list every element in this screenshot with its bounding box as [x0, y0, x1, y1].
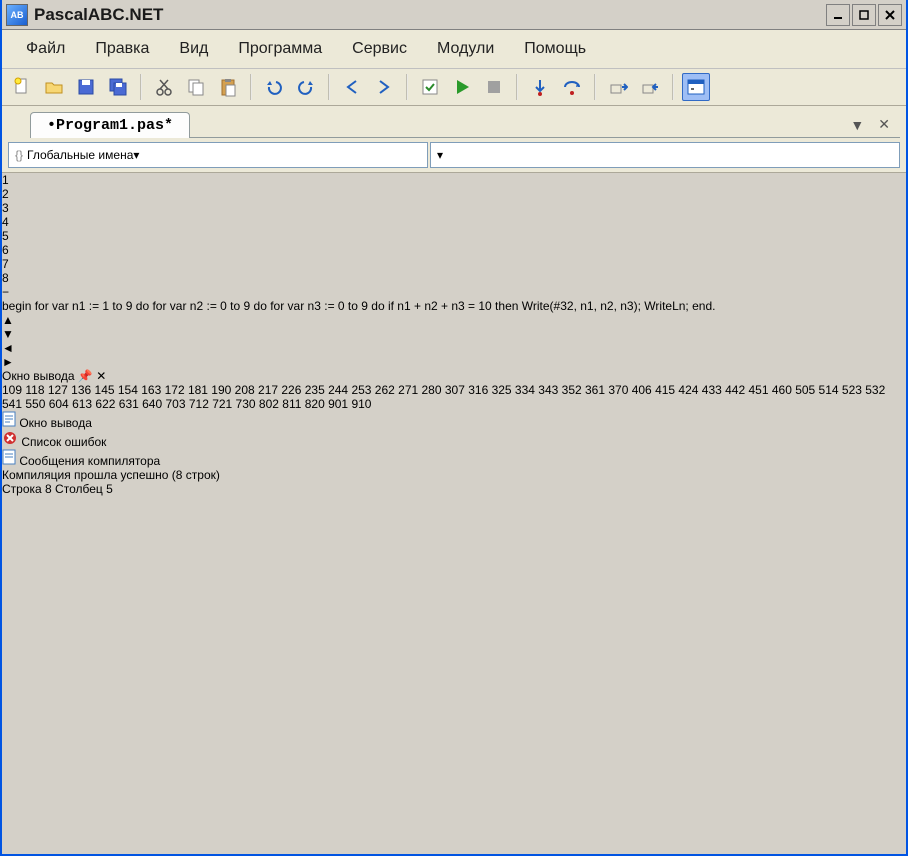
output-panel-header: Окно вывода 📌 ✕ — [2, 369, 906, 383]
scope-bar: {} Глобальные имена ▾ ▾ — [2, 138, 906, 173]
window-title: PascalABC.NET — [34, 5, 826, 25]
chevron-down-icon[interactable]: ▾ — [437, 148, 443, 162]
scroll-up-icon[interactable]: ▲ — [2, 313, 906, 327]
compile-icon[interactable] — [416, 73, 444, 101]
chevron-down-icon[interactable]: ▾ — [133, 148, 139, 162]
member-combo[interactable]: ▾ — [430, 142, 900, 168]
run-icon[interactable] — [448, 73, 476, 101]
undo-icon[interactable] — [260, 73, 288, 101]
titlebar: AB PascalABC.NET — [2, 0, 906, 30]
menu-file[interactable]: Файл — [12, 36, 79, 62]
document-tabs: •Program1.pas* ▼ ✕ — [2, 106, 906, 138]
bottom-tabstrip: Окно вывода Список ошибок Сообщения комп… — [2, 411, 906, 468]
code-area[interactable]: begin for var n1 := 1 to 9 do for var n2… — [2, 299, 906, 313]
tab-output[interactable]: Окно вывода — [2, 411, 906, 430]
scope-combo[interactable]: {} Глобальные имена ▾ — [8, 142, 428, 168]
scroll-left-icon[interactable]: ◄ — [2, 341, 906, 355]
app-icon: AB — [6, 4, 28, 26]
cut-icon[interactable] — [150, 73, 178, 101]
horizontal-scrollbar[interactable]: ◄ ► — [2, 341, 906, 369]
stop-icon[interactable] — [480, 73, 508, 101]
menu-view[interactable]: Вид — [165, 36, 222, 62]
breakpoint-icon[interactable] — [636, 73, 664, 101]
menubar: Файл Правка Вид Программа Сервис Модули … — [2, 30, 906, 69]
menu-modules[interactable]: Модули — [423, 36, 508, 62]
output-panel-body[interactable]: 109 118 127 136 145 154 163 172 181 190 … — [2, 383, 906, 411]
save-icon[interactable] — [72, 73, 100, 101]
close-button[interactable] — [878, 4, 902, 26]
status-cursor: Строка 8 Столбец 5 — [2, 482, 906, 496]
menu-help[interactable]: Помощь — [510, 36, 600, 62]
maximize-button[interactable] — [852, 4, 876, 26]
code-editor[interactable]: 12345678 − begin for var n1 := 1 to 9 do… — [2, 173, 906, 341]
page-icon — [2, 416, 16, 430]
error-icon — [2, 435, 18, 449]
nav-back-icon[interactable] — [338, 73, 366, 101]
menu-edit[interactable]: Правка — [81, 36, 163, 62]
redo-icon[interactable] — [292, 73, 320, 101]
new-file-icon[interactable] — [8, 73, 36, 101]
menu-program[interactable]: Программа — [224, 36, 336, 62]
scope-combo-text: Глобальные имена — [27, 148, 133, 162]
step-into-icon[interactable] — [526, 73, 554, 101]
scroll-down-icon[interactable]: ▼ — [2, 327, 906, 341]
nav-forward-icon[interactable] — [370, 73, 398, 101]
line-gutter: 12345678 — [2, 173, 906, 285]
copy-icon[interactable] — [182, 73, 210, 101]
step-over-icon[interactable] — [558, 73, 586, 101]
statusbar: Компиляция прошла успешно (8 строк) Стро… — [2, 468, 906, 496]
tab-compiler-messages[interactable]: Сообщения компилятора — [2, 449, 906, 468]
tab-dropdown-icon[interactable]: ▼ — [846, 115, 868, 135]
tab-label: •Program1.pas* — [47, 117, 173, 134]
menu-service[interactable]: Сервис — [338, 36, 421, 62]
panel-close-icon[interactable]: ✕ — [96, 369, 106, 383]
tab-close-icon[interactable]: ✕ — [874, 114, 894, 135]
output-window-icon[interactable] — [682, 73, 710, 101]
vertical-scrollbar[interactable]: ▲ ▼ — [2, 313, 906, 341]
fold-toggle-icon[interactable]: − — [2, 285, 906, 299]
minimize-button[interactable] — [826, 4, 850, 26]
scroll-right-icon[interactable]: ► — [2, 355, 906, 369]
open-icon[interactable] — [40, 73, 68, 101]
tab-program1[interactable]: •Program1.pas* — [30, 112, 190, 138]
step-out-icon[interactable] — [604, 73, 632, 101]
tab-errors[interactable]: Список ошибок — [2, 430, 906, 449]
save-all-icon[interactable] — [104, 73, 132, 101]
output-panel-title: Окно вывода — [2, 369, 75, 383]
paste-icon[interactable] — [214, 73, 242, 101]
status-compile: Компиляция прошла успешно (8 строк) — [2, 468, 906, 482]
toolbar — [2, 69, 906, 106]
pin-icon[interactable]: 📌 — [78, 369, 93, 383]
page-icon — [2, 454, 16, 468]
fold-column: − — [2, 285, 906, 299]
braces-icon: {} — [15, 148, 23, 162]
